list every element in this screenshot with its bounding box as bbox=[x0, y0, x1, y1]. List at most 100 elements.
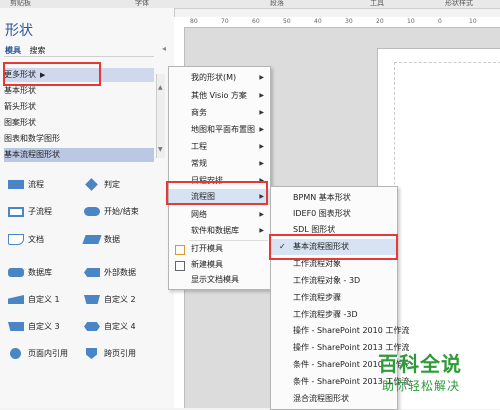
shape-database[interactable]: 数据库 bbox=[8, 265, 52, 281]
menu-item-business[interactable]: 商务 ▶ bbox=[169, 105, 270, 121]
shape-label: 自定义 1 bbox=[28, 295, 60, 304]
menu-item-show-document-stencil[interactable]: 显示文档模具 bbox=[169, 272, 270, 288]
menu-item-engineering[interactable]: 工程 ▶ bbox=[169, 139, 270, 155]
shape-off-page-reference[interactable]: 跨页引用 bbox=[84, 346, 136, 362]
shape-document[interactable]: 文档 bbox=[8, 232, 44, 248]
shape-custom-3[interactable]: 自定义 3 bbox=[8, 319, 60, 335]
shape-label: 文档 bbox=[28, 235, 44, 244]
stencil-pattern-shapes[interactable]: 图案形状 bbox=[4, 116, 154, 130]
off-page-reference-shape-icon bbox=[86, 348, 97, 359]
chevron-right-icon: ▶ bbox=[259, 143, 264, 150]
menu-item-general[interactable]: 常规 ▶ bbox=[169, 156, 270, 172]
shape-subprocess[interactable]: 子流程 bbox=[8, 204, 52, 220]
on-page-reference-shape-icon bbox=[10, 348, 21, 359]
ruler-mark: 0 bbox=[438, 18, 442, 25]
chevron-right-icon: ▶ bbox=[259, 126, 264, 133]
pane-pin-icon[interactable]: ◂ bbox=[162, 44, 166, 53]
ruler-mark: 10 bbox=[469, 18, 477, 25]
menu-item-workflow-steps-3d[interactable]: 工作流程步骤 -3D bbox=[271, 307, 397, 323]
shapes-pane-tabs: 模具 搜索 bbox=[5, 45, 52, 56]
database-shape-icon bbox=[8, 268, 24, 277]
shape-label: 外部数据 bbox=[104, 268, 136, 277]
data-shape-icon bbox=[82, 235, 102, 244]
highlight-more-shapes bbox=[3, 62, 101, 86]
menu-item-label: 软件和数据库 bbox=[191, 226, 239, 235]
shape-on-page-reference[interactable]: 页面内引用 bbox=[8, 346, 68, 362]
ruler-mark: 50 bbox=[283, 18, 291, 25]
ruler-mark: 70 bbox=[221, 18, 229, 25]
shape-label: 流程 bbox=[28, 180, 44, 189]
ruler-mark: 40 bbox=[314, 18, 322, 25]
shape-custom-2[interactable]: 自定义 2 bbox=[84, 292, 136, 308]
ribbon-group-tools: 工具 bbox=[370, 0, 384, 7]
custom-1-shape-icon bbox=[8, 295, 24, 304]
ribbon-group-font: 字体 bbox=[135, 0, 149, 7]
menu-item-network[interactable]: 网络 ▶ bbox=[169, 207, 270, 223]
menu-item-maps-floor-plans[interactable]: 地图和平面布置图 ▶ bbox=[169, 122, 270, 138]
chevron-right-icon: ▶ bbox=[259, 74, 264, 81]
menu-item-hybrid-flowchart-shapes[interactable]: 混合流程图形状 bbox=[271, 391, 397, 407]
ruler-mark: 60 bbox=[252, 18, 260, 25]
menu-item-other-visio-solutions[interactable]: 其他 Visio 方案 ▶ bbox=[169, 88, 270, 104]
menu-item-my-shapes[interactable]: 我的形状(M) ▶ bbox=[169, 70, 270, 86]
ribbon-group-shape-styles: 形状样式 bbox=[445, 0, 473, 7]
shape-label: 页面内引用 bbox=[28, 349, 68, 358]
document-shape-icon bbox=[8, 234, 24, 245]
shapes-pane-title: 形状 bbox=[5, 23, 33, 39]
shape-label: 自定义 3 bbox=[28, 322, 60, 331]
menu-item-actions-sp2010[interactable]: 操作 - SharePoint 2010 工作流 bbox=[271, 323, 409, 339]
pane-divider bbox=[4, 56, 154, 57]
chevron-right-icon: ▶ bbox=[259, 211, 264, 218]
menu-item-label: 工程 bbox=[191, 142, 207, 151]
menu-item-new-stencil[interactable]: 新建模具 bbox=[169, 257, 270, 273]
shape-external-data[interactable]: 外部数据 bbox=[84, 265, 136, 281]
shape-label: 跨页引用 bbox=[104, 349, 136, 358]
shape-process[interactable]: 流程 bbox=[8, 177, 44, 193]
menu-item-label: 打开模具 bbox=[191, 244, 223, 253]
shape-label: 自定义 4 bbox=[104, 322, 136, 331]
shape-data[interactable]: 数据 bbox=[82, 232, 120, 248]
chevron-right-icon: ▶ bbox=[259, 109, 264, 116]
highlight-flowchart bbox=[166, 181, 268, 205]
highlight-basic-flowchart bbox=[269, 234, 398, 260]
watermark-logo-text: 百科全说 bbox=[378, 352, 462, 376]
scroll-up-icon[interactable]: ▲ bbox=[158, 84, 163, 91]
scroll-down-icon[interactable]: ▼ bbox=[158, 146, 163, 153]
tab-stencils[interactable]: 模具 bbox=[5, 46, 21, 55]
shape-label: 判定 bbox=[104, 180, 120, 189]
custom-2-shape-icon bbox=[84, 295, 100, 304]
menu-item-label: 网络 bbox=[191, 210, 207, 219]
menu-item-software-database[interactable]: 软件和数据库 ▶ bbox=[169, 223, 270, 239]
shape-start-end[interactable]: 开始/结束 bbox=[84, 204, 139, 220]
menu-item-idef0-diagram-shapes[interactable]: IDEF0 图表形状 bbox=[271, 206, 397, 222]
horizontal-ruler: 80 70 60 50 40 30 20 10 0 10 bbox=[174, 17, 500, 28]
decision-shape-icon bbox=[85, 178, 98, 191]
watermark-slogan: 助你轻松解决 bbox=[382, 379, 461, 393]
shape-label: 自定义 2 bbox=[104, 295, 136, 304]
chevron-right-icon: ▶ bbox=[259, 160, 264, 167]
menu-item-label: 显示文档模具 bbox=[191, 275, 239, 284]
stencil-chart-math-shapes[interactable]: 图表和数学图形 bbox=[4, 132, 154, 146]
stencil-basic-flowchart-shapes[interactable]: 基本流程图形状 bbox=[4, 148, 154, 162]
new-stencil-icon bbox=[175, 261, 185, 271]
stencil-basic-shapes[interactable]: 基本形状 bbox=[4, 84, 154, 98]
shape-label: 子流程 bbox=[28, 207, 52, 216]
menu-item-bpmn-basic-shapes[interactable]: BPMN 基本形状 bbox=[271, 190, 397, 206]
subprocess-shape-icon bbox=[8, 206, 24, 217]
shape-custom-4[interactable]: 自定义 4 bbox=[84, 319, 136, 335]
external-data-shape-icon bbox=[84, 268, 100, 277]
menu-item-workflow-objects-3d[interactable]: 工作流程对象 - 3D bbox=[271, 273, 397, 289]
menu-item-workflow-steps[interactable]: 工作流程步骤 bbox=[271, 290, 397, 306]
chevron-right-icon: ▶ bbox=[259, 227, 264, 234]
custom-3-shape-icon bbox=[8, 322, 24, 331]
ribbon-group-clipboard: 剪贴板 bbox=[10, 0, 31, 7]
terminator-shape-icon bbox=[84, 207, 100, 216]
shape-custom-1[interactable]: 自定义 1 bbox=[8, 292, 60, 308]
menu-item-open-stencil[interactable]: 打开模具 bbox=[169, 241, 270, 257]
ribbon-group-paragraph: 段落 bbox=[270, 0, 284, 7]
stencil-arrow-shapes[interactable]: 箭头形状 bbox=[4, 100, 154, 114]
shape-decision[interactable]: 判定 bbox=[84, 177, 120, 193]
tab-search[interactable]: 搜索 bbox=[30, 46, 46, 55]
menu-item-label: 地图和平面布置图 bbox=[191, 125, 255, 134]
stencil-scrollbar[interactable]: ▲ ▼ bbox=[156, 74, 165, 158]
